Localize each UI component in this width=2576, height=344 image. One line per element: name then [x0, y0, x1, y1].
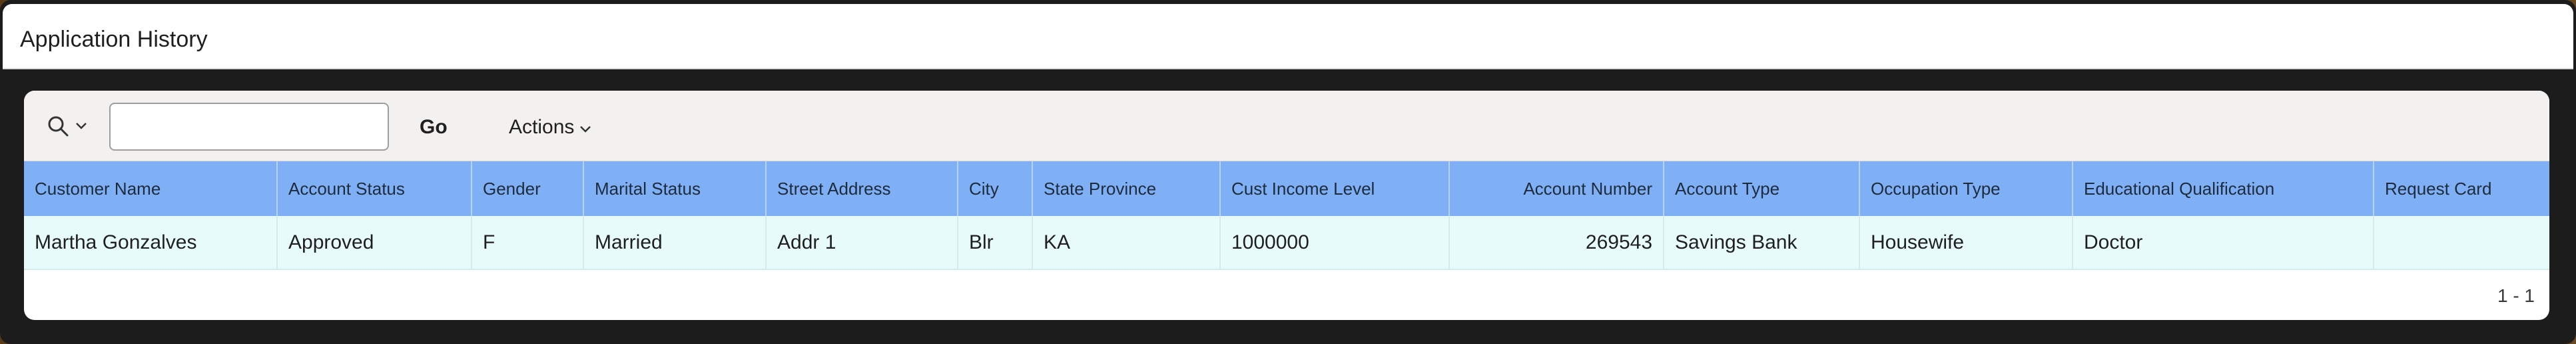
- column-header[interactable]: Account Status: [277, 161, 472, 216]
- table-cell: Approved: [277, 216, 472, 270]
- search-icon: [47, 115, 69, 141]
- chevron-down-icon: [579, 116, 591, 139]
- table-cell: Savings Bank: [1664, 216, 1860, 270]
- column-header[interactable]: Cust Income Level: [1220, 161, 1450, 216]
- column-header[interactable]: City: [958, 161, 1033, 216]
- table-cell: F: [472, 216, 584, 270]
- column-header[interactable]: Occupation Type: [1859, 161, 2073, 216]
- actions-menu-button[interactable]: Actions: [501, 111, 599, 144]
- column-header[interactable]: Educational Qualification: [2073, 161, 2374, 216]
- column-header[interactable]: Customer Name: [24, 161, 278, 216]
- column-header[interactable]: Account Type: [1664, 161, 1860, 216]
- search-column-menu[interactable]: [47, 115, 95, 140]
- table-header-row: Customer Name Account Status Gender Mari…: [24, 161, 2549, 216]
- report-region: Go Actions Customer Name Account Status …: [24, 91, 2549, 320]
- column-header[interactable]: Gender: [472, 161, 584, 216]
- search-input[interactable]: [109, 103, 389, 151]
- actions-label: Actions: [509, 116, 575, 138]
- column-header[interactable]: Marital Status: [583, 161, 767, 216]
- go-button[interactable]: Go: [412, 111, 456, 144]
- table-cell: Addr 1: [766, 216, 958, 270]
- table-cell: 269543: [1449, 216, 1664, 270]
- table-cell: Housewife: [1859, 216, 2073, 270]
- table-cell: Doctor: [2073, 216, 2374, 270]
- report-table: Customer Name Account Status Gender Mari…: [24, 161, 2549, 270]
- window: Application History Go Actions Customer …: [0, 0, 2576, 344]
- column-header[interactable]: Account Number: [1449, 161, 1664, 216]
- table-row: Martha Gonzalves Approved F Married Addr…: [24, 216, 2549, 270]
- table-cell: Married: [583, 216, 767, 270]
- column-header[interactable]: Street Address: [766, 161, 958, 216]
- table-cell: Blr: [958, 216, 1033, 270]
- pagination-label: 1 - 1: [2497, 285, 2535, 306]
- page-header: Application History: [3, 4, 2573, 69]
- column-header[interactable]: Request Card: [2374, 161, 2549, 216]
- table-cell: [2374, 216, 2549, 270]
- column-header[interactable]: State Province: [1032, 161, 1221, 216]
- report-toolbar: Go Actions: [24, 91, 2549, 161]
- table-cell: 1000000: [1220, 216, 1450, 270]
- table-cell: KA: [1032, 216, 1221, 270]
- chevron-down-icon: [75, 121, 88, 134]
- page-title: Application History: [20, 27, 208, 52]
- table-cell: Martha Gonzalves: [24, 216, 278, 270]
